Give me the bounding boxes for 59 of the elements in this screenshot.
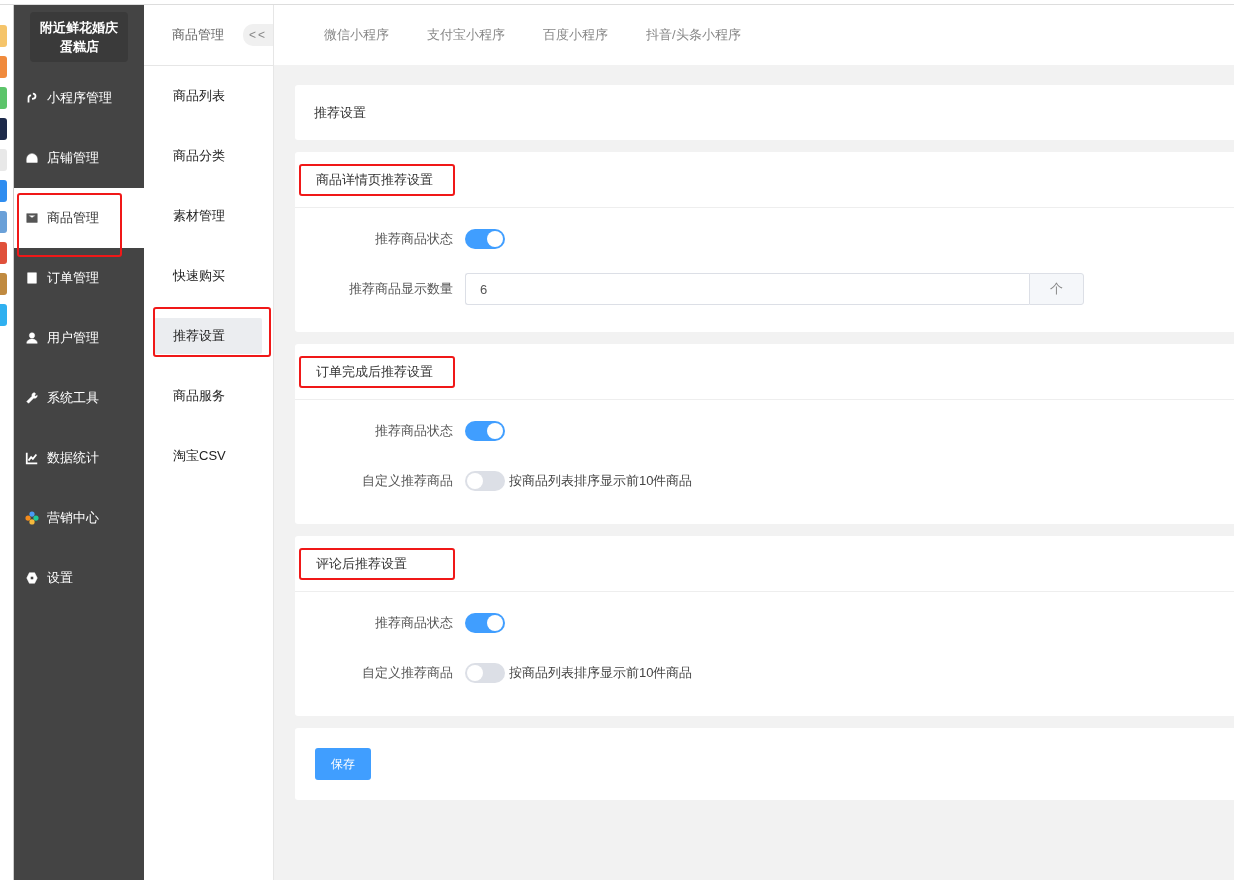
section-title: 订单完成后推荐设置 <box>316 362 433 381</box>
tab[interactable]: 微信小程序 <box>324 26 389 44</box>
sidebar-item[interactable]: 设置 <box>14 548 144 608</box>
sidebar-item[interactable]: 商品管理 <box>14 188 144 248</box>
sidebar-label: 订单管理 <box>47 269 99 287</box>
submenu-item[interactable]: 商品分类 <box>154 138 262 174</box>
hint-text: 按商品列表排序显示前10件商品 <box>509 664 693 682</box>
sidebar-item[interactable]: 营销中心 <box>14 488 144 548</box>
section-title: 评论后推荐设置 <box>316 554 407 573</box>
submenu-item[interactable]: 推荐设置 <box>154 318 262 354</box>
submenu-item[interactable]: 商品列表 <box>154 78 262 114</box>
toggle-switch[interactable] <box>465 471 505 491</box>
toggle-switch[interactable] <box>465 421 505 441</box>
toggle-switch[interactable] <box>465 229 505 249</box>
hint-text: 按商品列表排序显示前10件商品 <box>509 472 693 490</box>
field-label: 自定义推荐商品 <box>361 664 453 682</box>
submenu-item[interactable]: 淘宝CSV <box>154 438 262 474</box>
sidebar-label: 系统工具 <box>47 389 99 407</box>
field-label: 推荐商品显示数量 <box>348 280 453 298</box>
sidebar-item[interactable]: 数据统计 <box>14 428 144 488</box>
field-label: 推荐商品状态 <box>374 614 453 632</box>
unit-label: 个 <box>1029 273 1084 305</box>
store-icon <box>25 151 39 165</box>
sidebar-item[interactable]: 店铺管理 <box>14 128 144 188</box>
link-icon <box>25 91 39 105</box>
sidebar-item[interactable]: 订单管理 <box>14 248 144 308</box>
sidebar-item[interactable]: 小程序管理 <box>14 68 144 128</box>
sidebar-label: 商品管理 <box>47 209 99 227</box>
chart-icon <box>25 451 39 465</box>
field-label: 推荐商品状态 <box>374 230 453 248</box>
bag-icon <box>25 211 39 225</box>
sidebar-item[interactable]: 系统工具 <box>14 368 144 428</box>
sidebar-label: 店铺管理 <box>47 149 99 167</box>
user-icon <box>25 331 39 345</box>
sidebar-label: 用户管理 <box>47 329 99 347</box>
submenu-title: 商品管理 <box>172 26 224 44</box>
section-title: 商品详情页推荐设置 <box>316 170 433 189</box>
settings-icon <box>25 571 39 585</box>
sidebar-label: 数据统计 <box>47 449 99 467</box>
page-title: 推荐设置 <box>314 103 366 122</box>
toggle-switch[interactable] <box>465 663 505 683</box>
sidebar-label: 设置 <box>47 569 73 587</box>
field-label: 推荐商品状态 <box>374 422 453 440</box>
sidebar-label: 小程序管理 <box>47 89 112 107</box>
petals-icon <box>25 511 39 525</box>
tab[interactable]: 支付宝小程序 <box>427 26 505 44</box>
sidebar-label: 营销中心 <box>47 509 99 527</box>
tab[interactable]: 抖音/头条小程序 <box>646 26 741 44</box>
toggle-switch[interactable] <box>465 613 505 633</box>
sidebar-item[interactable]: 用户管理 <box>14 308 144 368</box>
quantity-input[interactable]: 6 <box>465 273 1029 305</box>
tab[interactable]: 百度小程序 <box>543 26 608 44</box>
submenu-item[interactable]: 素材管理 <box>154 198 262 234</box>
submenu-item[interactable]: 快速购买 <box>154 258 262 294</box>
submenu-item[interactable]: 商品服务 <box>154 378 262 414</box>
clipboard-icon <box>25 271 39 285</box>
wrench-icon <box>25 391 39 405</box>
store-logo: 附近鲜花婚庆蛋糕店 <box>30 12 128 62</box>
field-label: 自定义推荐商品 <box>361 472 453 490</box>
